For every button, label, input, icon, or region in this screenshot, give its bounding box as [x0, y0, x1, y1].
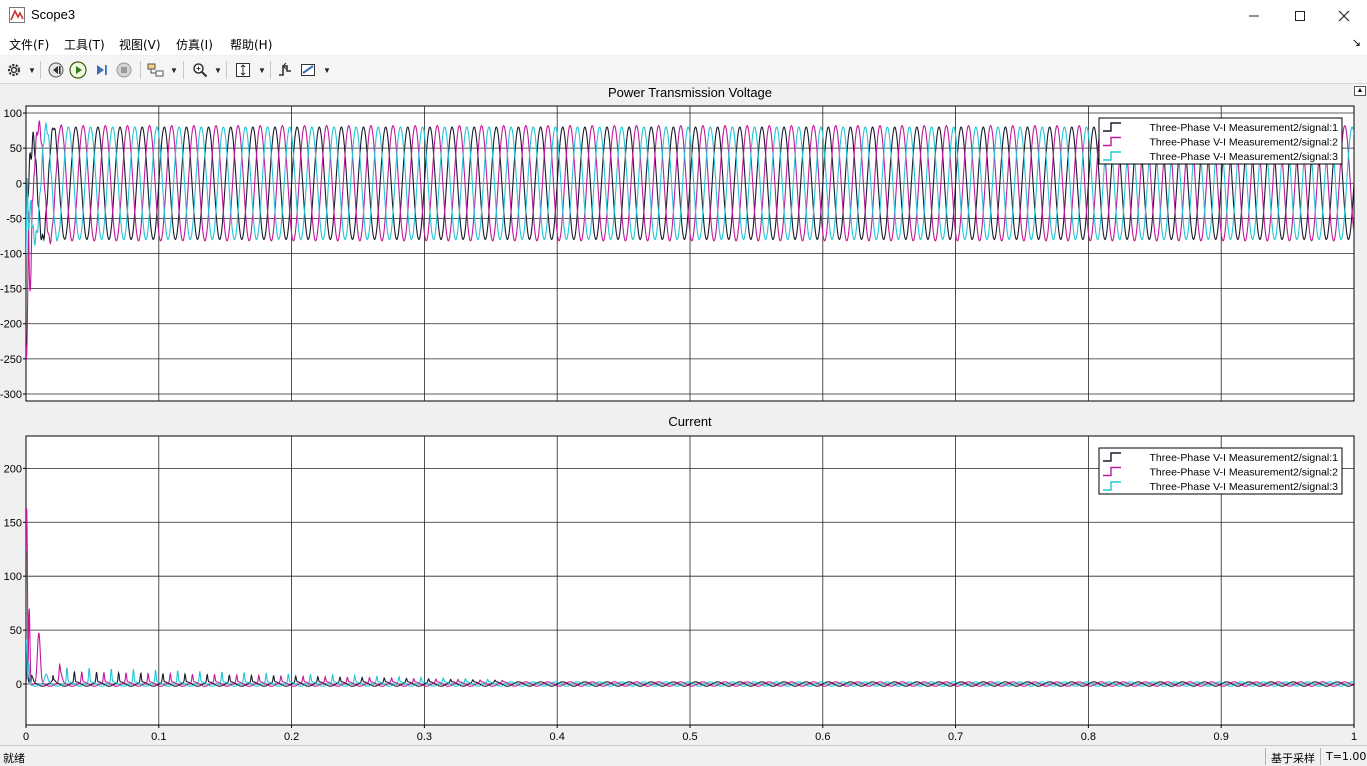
- toolbar-separator: [270, 61, 271, 79]
- undock-icon[interactable]: ▲: [1354, 86, 1366, 96]
- triggers-icon: [279, 62, 291, 76]
- run-button[interactable]: [69, 60, 87, 80]
- step-forward-button[interactable]: [92, 60, 110, 80]
- x-tick-label: 0.9: [1214, 731, 1229, 743]
- axes-voltage[interactable]: Power Transmission Voltage 100 50 0 -50 -100 -…: [0, 85, 1355, 402]
- x-tick-label: 0.1: [151, 731, 166, 743]
- menu-simulation[interactable]: 仿真(I): [176, 36, 213, 53]
- scope-app-icon: [9, 7, 25, 23]
- configuration-button[interactable]: [5, 60, 23, 80]
- step-back-icon: [48, 62, 64, 78]
- x-tick-label: 0.2: [284, 731, 299, 743]
- y-tick-label: -50: [6, 213, 22, 225]
- autoscale-dropdown-arrow[interactable]: ▼: [258, 66, 266, 75]
- stop-button[interactable]: [115, 60, 133, 80]
- menu-bar: 文件(F) 工具(T) 视图(V) 仿真(I) 帮助(H) ↘: [0, 31, 1367, 55]
- highlight-block-icon: [147, 63, 164, 77]
- zoom-dropdown-arrow[interactable]: ▼: [214, 66, 222, 75]
- y-tick-label: -150: [0, 284, 22, 296]
- scope-display: Power Transmission Voltage 100 50 0 -50 -100-…: [0, 85, 1367, 745]
- menu-overflow-arrow[interactable]: ↘: [1352, 36, 1361, 49]
- y-tick-label: -100: [0, 249, 22, 261]
- menu-help[interactable]: 帮助(H): [230, 36, 272, 53]
- menu-tools[interactable]: 工具(T): [64, 36, 105, 53]
- x-tick-label: 0.4: [550, 731, 565, 743]
- zoom-button[interactable]: [190, 60, 210, 80]
- toolbar-separator: [183, 61, 184, 79]
- y-tick-label: 0: [16, 178, 22, 190]
- minimize-button[interactable]: [1231, 0, 1277, 31]
- maximize-button[interactable]: [1277, 0, 1323, 31]
- status-text: 就绪: [3, 752, 25, 765]
- run-icon: [69, 61, 87, 79]
- legend-entry: Three-Phase V-I Measurement2/signal:2: [1149, 137, 1338, 149]
- menu-file[interactable]: 文件(F): [9, 36, 49, 53]
- y-tick-label: 0: [16, 679, 22, 691]
- legend-entry: Three-Phase V-I Measurement2/signal:3: [1149, 151, 1338, 163]
- x-tick-label: 1: [1351, 731, 1357, 743]
- x-tick-label: 0.3: [417, 731, 432, 743]
- autoscale-icon: [236, 63, 250, 77]
- status-bar: 就绪 基于采样 T=1.000: [0, 745, 1367, 766]
- axes-current[interactable]: Current 200 150 100 50 0 0 0.1 0.2 0.3 0.4 0.5 0.6 0.…: [4, 414, 1357, 743]
- menu-view[interactable]: 视图(V): [119, 36, 161, 53]
- gear-icon: [7, 63, 21, 77]
- measurements-button[interactable]: [298, 60, 320, 80]
- legend[interactable]: Three-Phase V-I Measurement2/signal:1 Thr…: [1098, 117, 1343, 165]
- close-button[interactable]: [1321, 0, 1367, 31]
- toolbar: ▼ ▼ ▼ ▼ ▼: [0, 56, 1367, 84]
- legend[interactable]: Three-Phase V-I Measurement2/signal:1 Thr…: [1098, 447, 1343, 495]
- simulation-time-indicator: T=1.000: [1320, 748, 1367, 765]
- autoscale-button[interactable]: [233, 60, 253, 80]
- step-back-button[interactable]: [47, 60, 65, 80]
- maximize-icon: [1295, 10, 1305, 21]
- legend-entry: Three-Phase V-I Measurement2/signal:2: [1149, 467, 1338, 479]
- zoom-icon: [193, 63, 208, 78]
- y-tick-label: 50: [10, 625, 22, 637]
- triggers-button[interactable]: [276, 60, 294, 80]
- x-tick-label: 0.6: [815, 731, 830, 743]
- scope-plots: Power Transmission Voltage100500-50-100-…: [0, 85, 1357, 743]
- y-tick-label: 150: [4, 517, 22, 529]
- x-tick-label: 0.8: [1081, 731, 1096, 743]
- measurements-dropdown-arrow[interactable]: ▼: [323, 66, 331, 75]
- y-tick-label: 100: [4, 108, 22, 120]
- y-tick-label: -300: [0, 389, 22, 401]
- minimize-icon: [1249, 15, 1259, 16]
- step-forward-icon: [97, 65, 107, 75]
- stop-icon: [116, 62, 132, 78]
- axes-title: Power Transmission Voltage: [608, 85, 772, 100]
- toolbar-separator: [40, 61, 41, 79]
- close-icon: [1338, 10, 1350, 21]
- x-tick-label: 0.7: [948, 731, 963, 743]
- highlight-dropdown-arrow[interactable]: ▼: [170, 66, 178, 75]
- title-bar: Scope3: [0, 0, 1367, 31]
- highlight-block-button[interactable]: [146, 60, 166, 80]
- window-title: Scope3: [31, 7, 76, 22]
- legend-entry: Three-Phase V-I Measurement2/signal:1: [1149, 122, 1338, 134]
- toolbar-separator: [140, 61, 141, 79]
- y-tick-label: 200: [4, 463, 22, 475]
- y-tick-label: -200: [0, 319, 22, 331]
- legend-entry: Three-Phase V-I Measurement2/signal:3: [1149, 481, 1338, 493]
- measurements-icon: [301, 64, 315, 76]
- x-tick-label: 0: [23, 731, 29, 743]
- x-tick-label: 0.5: [682, 731, 697, 743]
- y-tick-label: 50: [10, 143, 22, 155]
- toolbar-separator: [226, 61, 227, 79]
- y-tick-label: 100: [4, 571, 22, 583]
- axes-title: Current: [668, 414, 712, 429]
- sample-mode-indicator: 基于采样: [1265, 748, 1319, 765]
- configuration-dropdown-arrow[interactable]: ▼: [28, 66, 36, 75]
- legend-entry: Three-Phase V-I Measurement2/signal:1: [1149, 452, 1338, 464]
- y-tick-label: -250: [0, 354, 22, 366]
